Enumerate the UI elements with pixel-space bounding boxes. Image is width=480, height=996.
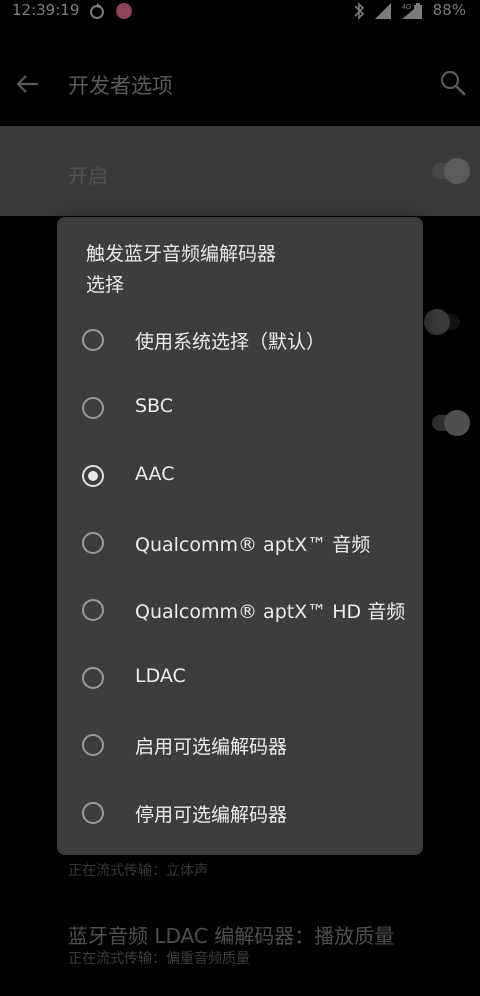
codec-select-dialog: 触发蓝牙音频编解码器 选择 使用系统选择（默认） SBC AAC Qualcom… xyxy=(57,217,423,855)
radio-button[interactable] xyxy=(82,599,104,621)
option-label: SBC xyxy=(135,395,174,417)
option-disable-optional[interactable]: 停用可选编解码器 xyxy=(57,787,423,847)
option-label: AAC xyxy=(135,463,175,485)
option-aptx-hd[interactable]: Qualcomm® aptX™ HD 音频 xyxy=(57,584,423,644)
dialog-title-line2: 选择 xyxy=(86,274,125,296)
option-label: 使用系统选择（默认） xyxy=(135,331,326,353)
radio-button[interactable] xyxy=(82,532,104,554)
option-label: LDAC xyxy=(135,665,186,687)
radio-button[interactable] xyxy=(82,802,104,824)
radio-button[interactable] xyxy=(82,329,104,351)
radio-button[interactable] xyxy=(82,667,104,689)
option-label: 停用可选编解码器 xyxy=(135,804,288,826)
option-ldac[interactable]: LDAC xyxy=(57,652,423,712)
option-aac[interactable]: AAC xyxy=(57,450,423,510)
option-label: 启用可选编解码器 xyxy=(135,736,288,758)
option-system-default[interactable]: 使用系统选择（默认） xyxy=(57,314,423,374)
radio-button-checked[interactable] xyxy=(82,465,104,487)
dialog-title-line1: 触发蓝牙音频编解码器 xyxy=(86,243,277,265)
option-aptx[interactable]: Qualcomm® aptX™ 音频 xyxy=(57,517,423,577)
radio-button[interactable] xyxy=(82,734,104,756)
radio-button[interactable] xyxy=(82,397,104,419)
option-label: Qualcomm® aptX™ HD 音频 xyxy=(135,601,406,623)
option-label: Qualcomm® aptX™ 音频 xyxy=(135,534,371,556)
option-sbc[interactable]: SBC xyxy=(57,382,423,442)
dialog-title: 触发蓝牙音频编解码器 选择 xyxy=(86,239,396,301)
option-enable-optional[interactable]: 启用可选编解码器 xyxy=(57,719,423,779)
